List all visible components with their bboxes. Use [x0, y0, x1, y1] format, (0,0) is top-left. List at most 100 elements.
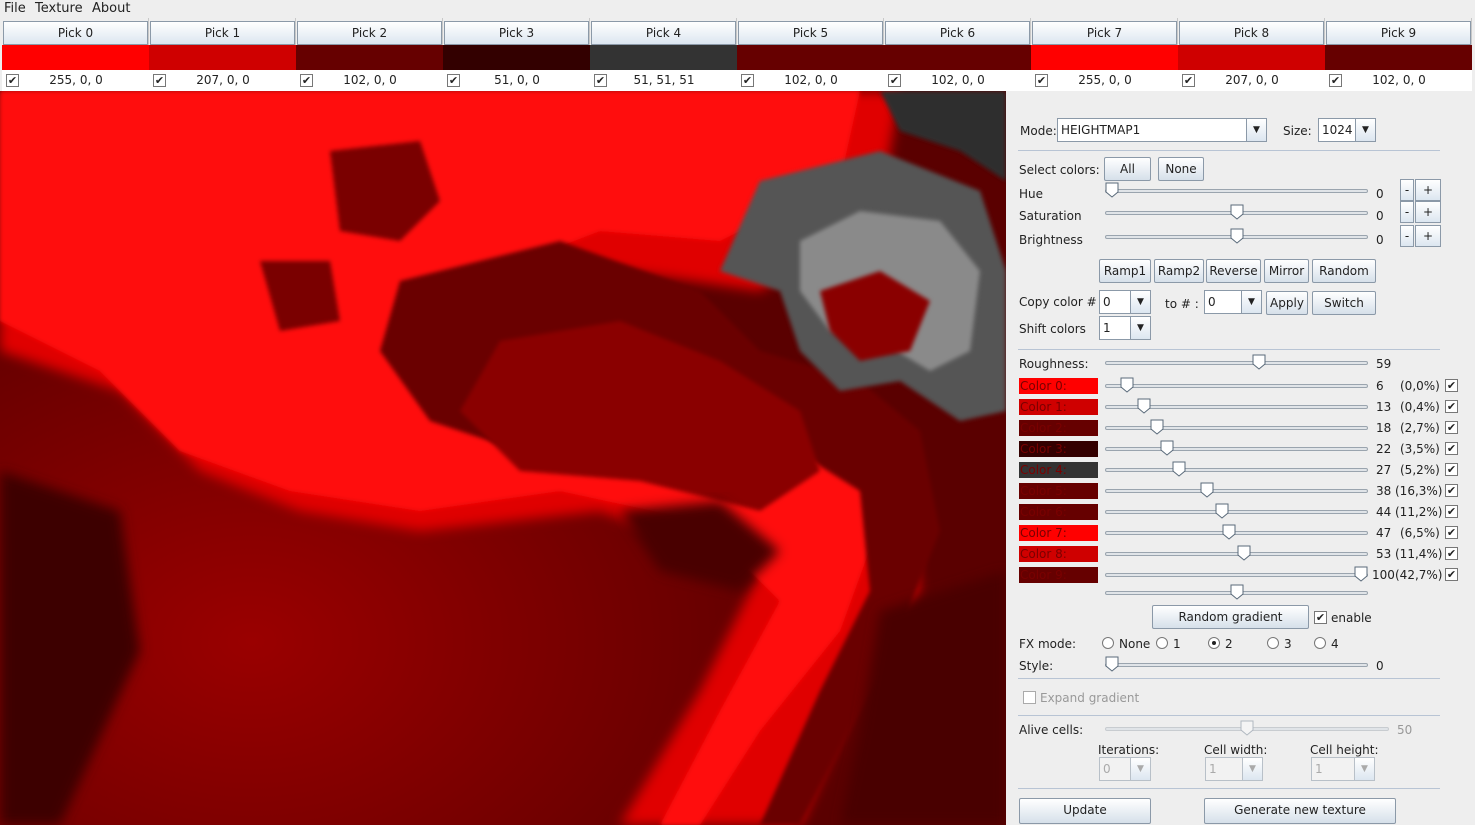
pick-4-checkbox[interactable]: ✔ — [594, 74, 607, 87]
color-3-checkbox[interactable]: ✔ — [1445, 442, 1458, 455]
color-1-slider-thumb[interactable] — [1137, 398, 1151, 414]
pick-4-swatch[interactable] — [590, 45, 737, 70]
pick-2-button[interactable]: Pick 2 — [297, 21, 442, 45]
gradient-offset-slider-thumb[interactable] — [1230, 584, 1244, 600]
pick-3-checkbox[interactable]: ✔ — [447, 74, 460, 87]
hue-minus-button[interactable]: - — [1400, 179, 1414, 201]
color-9-slider[interactable] — [1105, 573, 1368, 577]
color-7-swatch[interactable]: Color 7: — [1019, 525, 1098, 541]
pick-0-checkbox[interactable]: ✔ — [6, 74, 19, 87]
size-select[interactable]: 1024 ▼ — [1318, 118, 1376, 142]
style-slider-thumb[interactable] — [1105, 656, 1119, 672]
pick-0-button[interactable]: Pick 0 — [3, 21, 148, 45]
color-4-swatch[interactable]: Color 4: — [1019, 462, 1098, 478]
color-3-slider-thumb[interactable] — [1160, 440, 1174, 456]
color-9-checkbox[interactable]: ✔ — [1445, 568, 1458, 581]
shift-colors-select[interactable]: 1 ▼ — [1099, 316, 1151, 340]
fx-radio-4[interactable] — [1314, 637, 1326, 649]
pick-9-checkbox[interactable]: ✔ — [1329, 74, 1342, 87]
brightness-plus-button[interactable]: + — [1415, 225, 1441, 247]
color-6-slider-thumb[interactable] — [1215, 503, 1229, 519]
color-7-slider[interactable] — [1105, 531, 1368, 535]
menu-about[interactable]: About — [92, 1, 130, 16]
color-2-slider-thumb[interactable] — [1150, 419, 1164, 435]
hue-slider[interactable] — [1105, 189, 1368, 193]
brightness-minus-button[interactable]: - — [1400, 225, 1414, 247]
pick-8-checkbox[interactable]: ✔ — [1182, 74, 1195, 87]
copy-from-select[interactable]: 0 ▼ — [1099, 290, 1151, 314]
pick-5-checkbox[interactable]: ✔ — [741, 74, 754, 87]
color-2-checkbox[interactable]: ✔ — [1445, 421, 1458, 434]
pick-6-button[interactable]: Pick 6 — [885, 21, 1030, 45]
color-9-swatch[interactable]: Color 9: — [1019, 567, 1098, 583]
color-2-slider[interactable] — [1105, 426, 1368, 430]
cell-width-select[interactable]: 1 ▼ — [1205, 757, 1263, 781]
pick-1-checkbox[interactable]: ✔ — [153, 74, 166, 87]
color-7-slider-thumb[interactable] — [1222, 524, 1236, 540]
fx-radio-0[interactable] — [1102, 637, 1114, 649]
pick-5-swatch[interactable] — [737, 45, 884, 70]
color-3-swatch[interactable]: Color 3: — [1019, 441, 1098, 457]
mode-select[interactable]: HEIGHTMAP1 ▼ — [1057, 118, 1267, 142]
color-0-slider-thumb[interactable] — [1120, 377, 1134, 393]
enable-checkbox[interactable]: ✔ — [1314, 611, 1327, 624]
fx-radio-3[interactable] — [1267, 637, 1279, 649]
expand-gradient-checkbox[interactable] — [1023, 691, 1036, 704]
generate-texture-button[interactable]: Generate new texture — [1204, 798, 1396, 824]
pick-3-button[interactable]: Pick 3 — [444, 21, 589, 45]
pick-7-checkbox[interactable]: ✔ — [1035, 74, 1048, 87]
color-1-checkbox[interactable]: ✔ — [1445, 400, 1458, 413]
reverse-button[interactable]: Reverse — [1206, 259, 1261, 283]
ramp2-button[interactable]: Ramp2 — [1154, 259, 1204, 283]
pick-8-swatch[interactable] — [1178, 45, 1325, 70]
roughness-slider[interactable] — [1105, 361, 1368, 365]
saturation-plus-button[interactable]: + — [1415, 201, 1441, 223]
color-8-checkbox[interactable]: ✔ — [1445, 547, 1458, 560]
pick-7-swatch[interactable] — [1031, 45, 1178, 70]
copy-to-select[interactable]: 0 ▼ — [1204, 290, 1262, 314]
color-5-swatch[interactable]: Color 5: — [1019, 483, 1098, 499]
color-4-slider-thumb[interactable] — [1172, 461, 1186, 477]
pick-6-checkbox[interactable]: ✔ — [888, 74, 901, 87]
apply-button[interactable]: Apply — [1266, 291, 1308, 315]
menu-file[interactable]: File — [4, 1, 26, 16]
texture-preview[interactable] — [0, 91, 1006, 825]
color-4-checkbox[interactable]: ✔ — [1445, 463, 1458, 476]
pick-2-swatch[interactable] — [296, 45, 443, 70]
pick-7-button[interactable]: Pick 7 — [1032, 21, 1177, 45]
brightness-slider-thumb[interactable] — [1230, 228, 1244, 244]
mirror-button[interactable]: Mirror — [1264, 259, 1309, 283]
pick-3-swatch[interactable] — [443, 45, 590, 70]
pick-9-swatch[interactable] — [1325, 45, 1472, 70]
random-button[interactable]: Random — [1312, 259, 1376, 283]
color-0-slider[interactable] — [1105, 384, 1368, 388]
color-0-swatch[interactable]: Color 0: — [1019, 378, 1098, 394]
select-all-button[interactable]: All — [1104, 157, 1151, 181]
color-6-slider[interactable] — [1105, 510, 1368, 514]
color-6-checkbox[interactable]: ✔ — [1445, 505, 1458, 518]
color-7-checkbox[interactable]: ✔ — [1445, 526, 1458, 539]
update-button[interactable]: Update — [1019, 798, 1151, 824]
color-8-slider-thumb[interactable] — [1237, 545, 1251, 561]
ramp1-button[interactable]: Ramp1 — [1099, 259, 1151, 283]
switch-button[interactable]: Switch — [1312, 291, 1376, 315]
saturation-slider-thumb[interactable] — [1230, 204, 1244, 220]
color-5-slider-thumb[interactable] — [1200, 482, 1214, 498]
color-3-slider[interactable] — [1105, 447, 1368, 451]
cell-height-select[interactable]: 1 ▼ — [1311, 757, 1375, 781]
color-9-slider-thumb[interactable] — [1354, 566, 1368, 582]
hue-slider-thumb[interactable] — [1105, 182, 1119, 198]
color-4-slider[interactable] — [1105, 468, 1368, 472]
color-0-checkbox[interactable]: ✔ — [1445, 379, 1458, 392]
pick-8-button[interactable]: Pick 8 — [1179, 21, 1324, 45]
fx-radio-1[interactable] — [1156, 637, 1168, 649]
pick-2-checkbox[interactable]: ✔ — [300, 74, 313, 87]
iterations-select[interactable]: 0 ▼ — [1099, 757, 1151, 781]
alive-cells-slider-thumb[interactable] — [1240, 720, 1254, 736]
pick-4-button[interactable]: Pick 4 — [591, 21, 736, 45]
pick-9-button[interactable]: Pick 9 — [1326, 21, 1471, 45]
pick-5-button[interactable]: Pick 5 — [738, 21, 883, 45]
color-8-swatch[interactable]: Color 8: — [1019, 546, 1098, 562]
hue-plus-button[interactable]: + — [1415, 179, 1441, 201]
color-5-slider[interactable] — [1105, 489, 1368, 493]
